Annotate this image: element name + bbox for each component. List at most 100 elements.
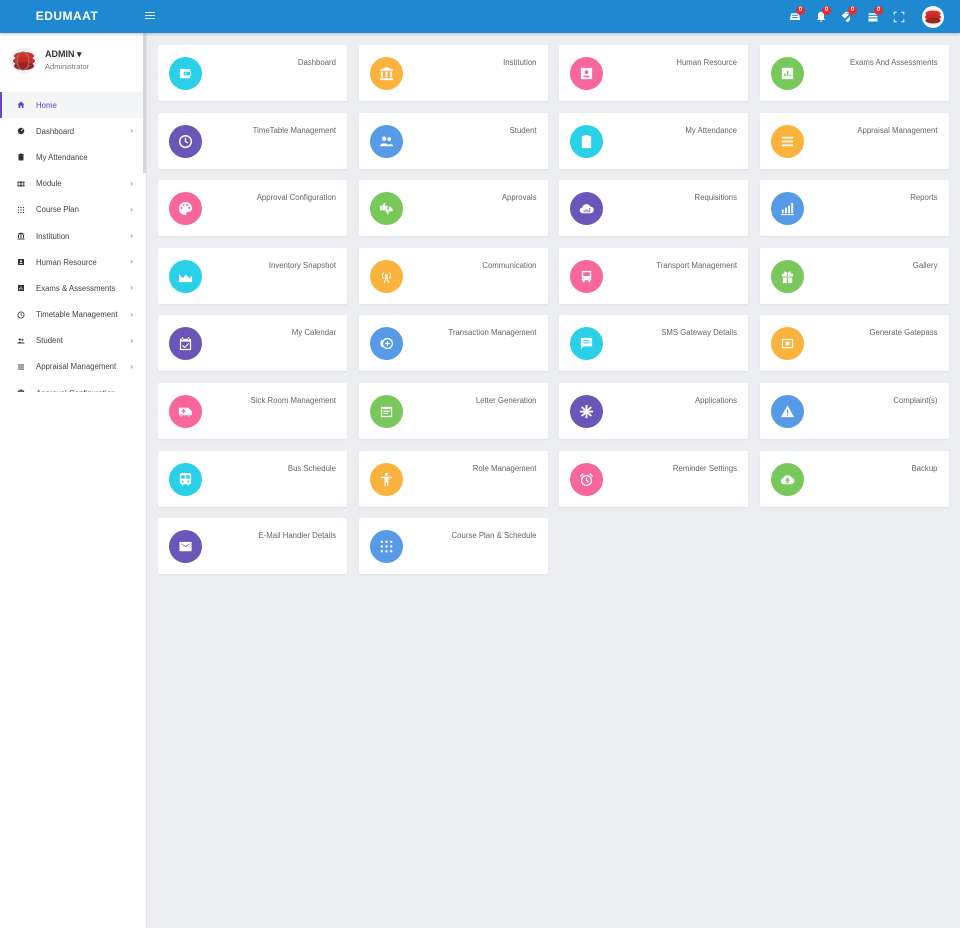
id-card-icon <box>16 257 26 267</box>
module-card-my-attendance[interactable]: My Attendance <box>559 112 748 169</box>
module-card-transport-management[interactable]: Transport Management <box>559 247 748 304</box>
sidebar-menu: Home Dashboard › My Attendance Module › Course… <box>0 92 143 392</box>
clipboard-icon <box>570 124 603 158</box>
train-icon <box>169 462 202 496</box>
calendar-check-icon <box>169 327 202 361</box>
module-card-label: My Calendar <box>291 328 336 338</box>
sidebar-item-home[interactable]: Home <box>0 92 143 119</box>
user-name-dropdown[interactable]: ADMIN ▾ <box>45 49 82 60</box>
bar-chart-icon <box>770 192 804 226</box>
module-card-letter-generation[interactable]: Letter Generation <box>358 383 548 439</box>
module-card-appraisal-management[interactable]: Appraisal Management <box>759 112 949 169</box>
top-avatar[interactable] <box>922 5 944 28</box>
module-card-label: TimeTable Management <box>252 125 336 135</box>
module-card-role-management[interactable]: Role Management <box>358 450 548 507</box>
module-card-human-resource[interactable]: Human Resource <box>559 45 748 101</box>
module-card-my-calendar[interactable]: My Calendar <box>158 315 347 372</box>
user-role: Administrator <box>45 62 90 71</box>
cloud-chart-icon <box>570 192 603 226</box>
sidebar-item-label: Student <box>36 336 63 346</box>
module-card-label: Applications <box>694 396 737 405</box>
module-card-communication[interactable]: Communication <box>358 247 548 304</box>
sidebar-item-label: Institution <box>36 231 70 241</box>
module-card-sms-gateway-details[interactable]: SMS Gateway Details <box>559 315 748 372</box>
inbox-button[interactable]: 0 <box>860 5 886 27</box>
mail-icon <box>169 530 202 564</box>
sidebar-item-timetable-management[interactable]: Timetable Management › <box>0 302 143 328</box>
bell-button[interactable]: 0 <box>808 5 834 27</box>
module-card-timetable-management[interactable]: TimeTable Management <box>158 112 347 169</box>
module-card-label: Bus Schedule <box>287 463 336 473</box>
sidebar-item-my-attendance[interactable]: My Attendance <box>0 144 143 170</box>
module-card-generate-gatepass[interactable]: Generate Gatepass <box>759 315 949 372</box>
brand-logo[interactable]: EDUMAAT <box>0 0 134 33</box>
chevron-right-icon: › <box>130 230 133 240</box>
fullscreen-icon <box>893 11 905 23</box>
sidebar-item-dashboard[interactable]: Dashboard › <box>0 118 143 144</box>
sidebar-item-label: Human Resource <box>36 257 97 267</box>
sidebar-item-label: Home <box>36 100 57 110</box>
module-card-label: Role Management <box>472 463 537 473</box>
module-card-transaction-management[interactable]: Transaction Management <box>358 315 548 372</box>
module-card-label: E-Mail Handler Details <box>258 531 336 541</box>
module-card-exams-and-assessments[interactable]: Exams And Assessments <box>759 45 949 101</box>
module-card-label: Generate Gatepass <box>869 328 938 338</box>
module-card-label: Exams And Assessments <box>849 58 938 67</box>
palette-icon <box>16 388 26 392</box>
chevron-right-icon: › <box>130 204 133 214</box>
warning-icon <box>770 395 804 428</box>
module-card-requisitions[interactable]: Requisitions <box>559 180 748 237</box>
module-card-approval-configuration[interactable]: Approval Configuration <box>158 180 347 237</box>
module-card-backup[interactable]: Backup <box>759 450 949 507</box>
module-card-course-plan-schedule[interactable]: Course Plan & Schedule <box>358 518 548 575</box>
messages-button[interactable]: 0 <box>782 5 808 27</box>
menu-toggle-icon[interactable] <box>145 10 155 22</box>
avatar[interactable] <box>10 47 38 75</box>
sidebar-item-approval-configuration[interactable]: Approval Configuration <box>0 380 143 392</box>
module-card-label: My Attendance <box>685 125 737 135</box>
palette-icon <box>169 192 202 226</box>
sidebar-item-human-resource[interactable]: Human Resource › <box>0 249 143 275</box>
sidebar-scrollbar[interactable] <box>143 33 146 173</box>
module-card-e-mail-handler-details[interactable]: E-Mail Handler Details <box>158 518 347 575</box>
module-card-label: Backup <box>911 463 938 473</box>
module-card-bus-schedule[interactable]: Bus Schedule <box>158 450 347 507</box>
module-card-complaint-s[interactable]: Complaint(s) <box>759 383 949 439</box>
module-card-approvals[interactable]: Approvals <box>358 180 548 237</box>
module-card-label: Human Resource <box>676 58 737 67</box>
sidebar-item-student[interactable]: Student › <box>0 328 143 354</box>
module-card-applications[interactable]: Applications <box>559 383 748 439</box>
gift-icon <box>770 259 804 293</box>
id-card-icon <box>570 57 603 90</box>
list-icon <box>16 362 26 372</box>
people-icon <box>16 336 26 346</box>
sidebar-item-course-plan[interactable]: Course Plan › <box>0 197 143 223</box>
bank-icon <box>369 57 403 90</box>
fullscreen-button[interactable] <box>886 7 912 27</box>
module-card-label: Complaint(s) <box>893 396 938 405</box>
sidebar-item-label: Dashboard <box>36 126 75 136</box>
module-card-gallery[interactable]: Gallery <box>759 247 949 304</box>
module-card-label: SMS Gateway Details <box>661 328 737 338</box>
notification-badge: 0 <box>848 5 857 15</box>
dashboard-icon <box>16 126 26 136</box>
tags-button[interactable]: 0 <box>834 5 860 27</box>
module-card-label: Approval Configuration <box>256 193 336 203</box>
module-card-institution[interactable]: Institution <box>358 45 548 101</box>
add-circle-icon <box>369 327 403 361</box>
sidebar-item-appraisal-management[interactable]: Appraisal Management › <box>0 354 143 380</box>
clock-icon <box>16 310 26 320</box>
module-card-student[interactable]: Student <box>358 112 548 169</box>
sidebar-item-label: Exams & Assessments <box>36 283 116 293</box>
module-card-inventory-snapshot[interactable]: Inventory Snapshot <box>158 247 347 304</box>
module-card-reminder-settings[interactable]: Reminder Settings <box>559 450 748 507</box>
module-card-dashboard[interactable]: Dashboard <box>158 45 347 101</box>
grid-icon <box>16 179 26 189</box>
sidebar-item-institution[interactable]: Institution › <box>0 223 143 249</box>
sidebar-item-exams-assessments[interactable]: Exams & Assessments › <box>0 275 143 301</box>
chevron-right-icon: › <box>130 283 133 293</box>
sidebar-item-module[interactable]: Module › <box>0 171 143 197</box>
module-card-reports[interactable]: Reports <box>759 180 949 237</box>
dots-grid-icon <box>369 530 403 564</box>
module-card-sick-room-management[interactable]: Sick Room Management <box>158 383 347 439</box>
